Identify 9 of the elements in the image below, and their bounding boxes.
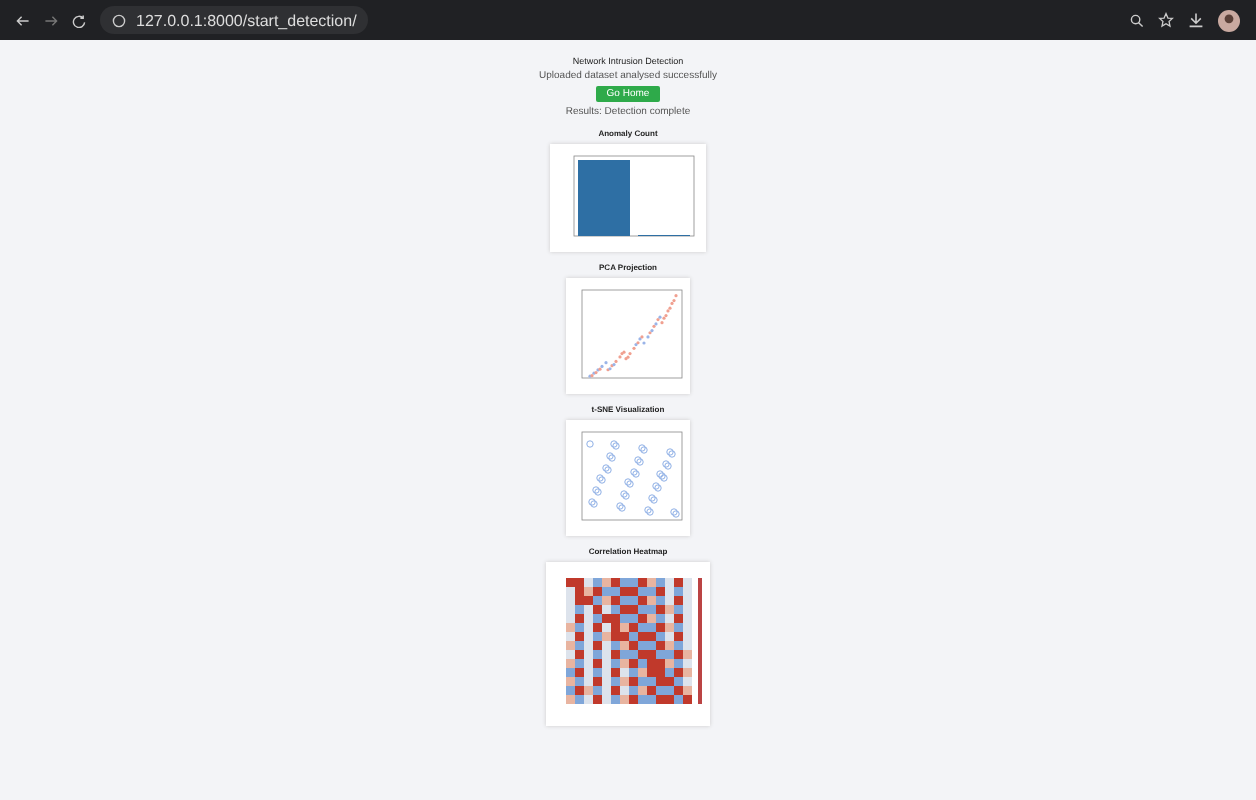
info-icon[interactable] <box>112 13 126 27</box>
address-bar[interactable]: 127.0.0.1:8000/start_detection/ <box>100 6 369 34</box>
back-icon[interactable] <box>16 13 30 27</box>
forward-icon[interactable] <box>44 13 58 27</box>
zoom-icon[interactable] <box>1130 13 1144 27</box>
star-icon[interactable] <box>1158 12 1174 28</box>
profile-avatar[interactable] <box>1218 9 1240 31</box>
download-icon[interactable] <box>1188 12 1204 28</box>
reload-icon[interactable] <box>72 13 86 27</box>
